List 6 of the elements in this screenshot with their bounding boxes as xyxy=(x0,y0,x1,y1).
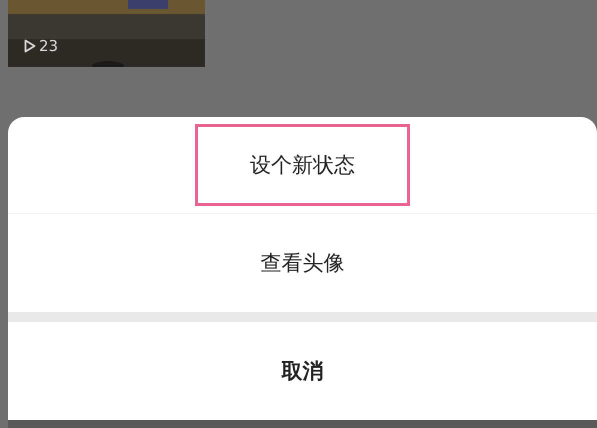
video-thumbnail[interactable]: 23 xyxy=(8,0,205,67)
play-count: 23 xyxy=(39,37,58,55)
play-icon xyxy=(24,39,36,53)
menu-item-label: 设个新状态 xyxy=(195,124,410,206)
menu-item[interactable]: 设个新状态 xyxy=(8,117,597,213)
menu-item-label: 查看头像 xyxy=(260,250,346,277)
